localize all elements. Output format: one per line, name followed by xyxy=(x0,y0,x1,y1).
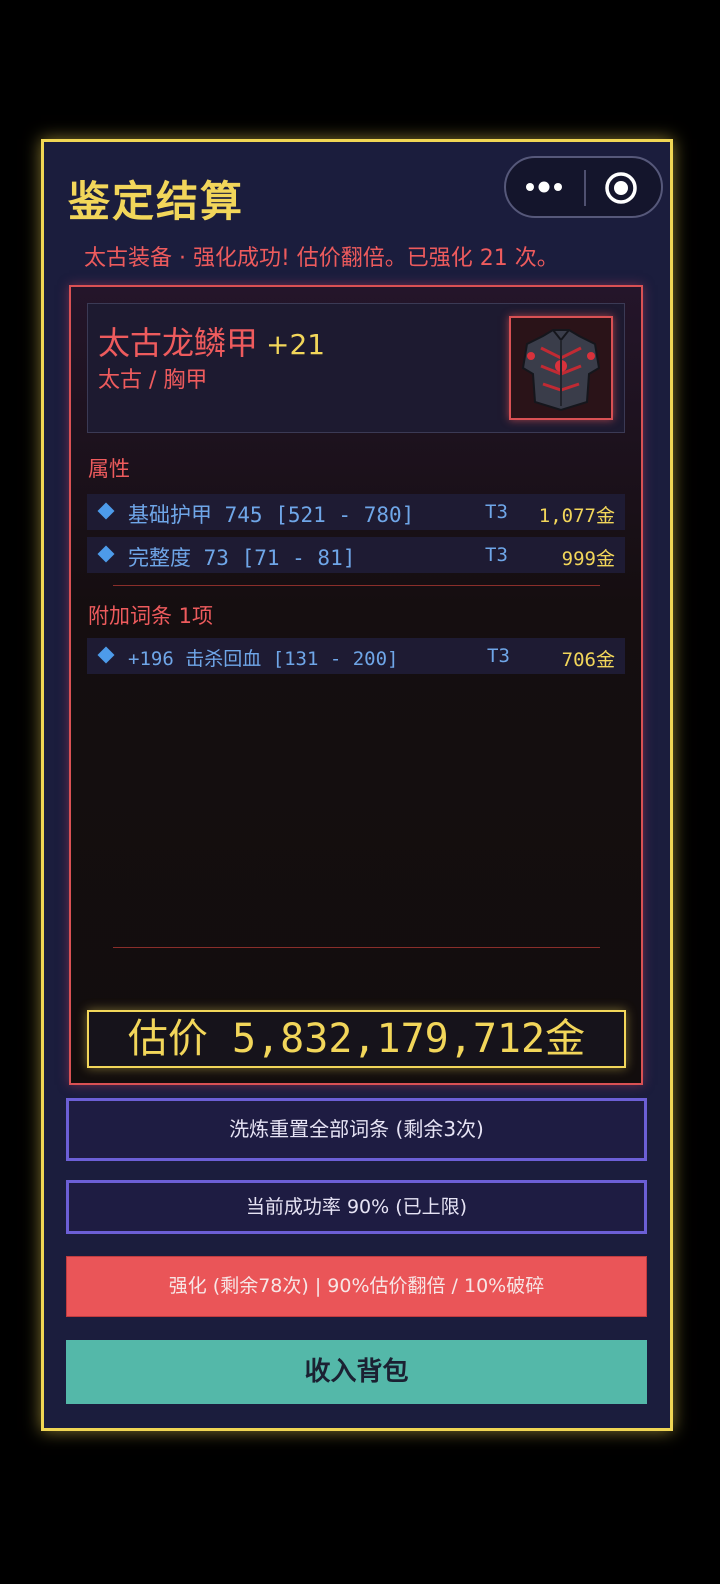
status-message: 太古装备 · 强化成功! 估价翻倍。已强化 21 次。 xyxy=(84,246,559,271)
reroll-button[interactable]: 洗炼重置全部词条 (剩余3次) xyxy=(66,1098,647,1161)
attribute-stat: 完整度 73 [71 - 81] xyxy=(128,546,356,570)
attribute-tier: T3 xyxy=(485,501,508,523)
affix-tier: T3 xyxy=(487,645,510,667)
affix-stat: +196 击杀回血 [131 - 200] xyxy=(128,648,399,670)
more-icon[interactable] xyxy=(524,172,564,202)
attribute-row: 基础护甲 745 [521 - 780] T3 1,077金 xyxy=(87,494,625,530)
capsule-divider xyxy=(584,170,586,206)
close-target-icon[interactable] xyxy=(604,171,638,205)
affix-row: +196 击杀回血 [131 - 200] T3 706金 xyxy=(87,638,625,674)
enhance-button[interactable]: 强化 (剩余78次) | 90%估价翻倍 / 10%破碎 xyxy=(66,1256,647,1317)
item-level: +21 xyxy=(266,328,326,361)
attribute-gold: 999金 xyxy=(561,548,615,570)
stash-button[interactable]: 收入背包 xyxy=(66,1340,647,1404)
affix-gold: 706金 xyxy=(561,649,615,671)
mini-program-capsule xyxy=(504,156,663,218)
armor-chestplate-icon xyxy=(521,329,601,412)
attribute-tier: T3 xyxy=(485,544,508,566)
divider xyxy=(113,585,600,586)
divider xyxy=(113,947,600,948)
item-type: 太古 / 胸甲 xyxy=(98,368,208,393)
item-icon-frame xyxy=(509,316,613,420)
estimated-price: 估价 5,832,179,712金 xyxy=(87,1010,626,1068)
diamond-icon xyxy=(97,545,115,563)
success-rate-button[interactable]: 当前成功率 90% (已上限) xyxy=(66,1180,647,1234)
diamond-icon xyxy=(97,646,115,664)
affixes-label: 附加词条 1项 xyxy=(88,604,214,628)
attribute-stat: 基础护甲 745 [521 - 780] xyxy=(128,503,415,527)
item-name-text: 太古龙鳞甲 xyxy=(98,324,259,362)
attributes-label: 属性 xyxy=(88,457,130,481)
attribute-gold: 1,077金 xyxy=(538,505,615,527)
diamond-icon xyxy=(97,502,115,520)
attribute-row: 完整度 73 [71 - 81] T3 999金 xyxy=(87,537,625,573)
page-title: 鉴定结算 xyxy=(68,177,245,226)
item-name: 太古龙鳞甲 +21 xyxy=(98,318,325,364)
